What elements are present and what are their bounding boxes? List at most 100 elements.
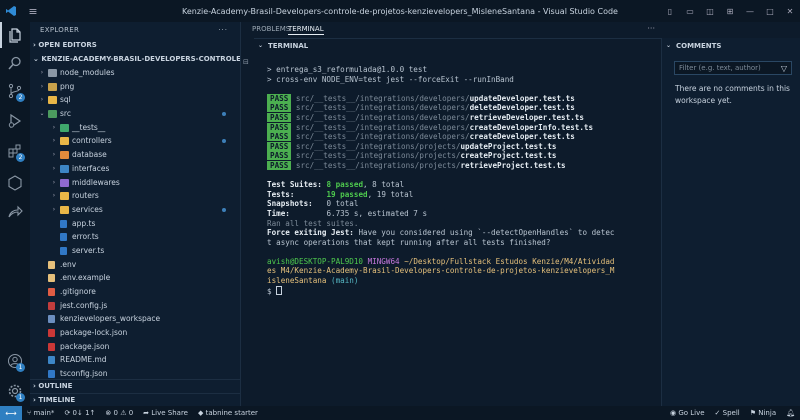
tree-item[interactable]: app.ts bbox=[30, 217, 240, 231]
tree-item[interactable]: server.ts bbox=[30, 244, 240, 258]
force-exit-msg: Have you considered using `--detectOpenH… bbox=[353, 228, 615, 238]
tree-item[interactable]: package-lock.json bbox=[30, 326, 240, 340]
minimize-button[interactable]: — bbox=[740, 0, 760, 22]
folder-icon bbox=[60, 164, 69, 173]
tree-item[interactable]: ⌄ src bbox=[30, 107, 240, 121]
tree-item[interactable]: › routers bbox=[30, 189, 240, 203]
tree-item[interactable]: error.ts bbox=[30, 230, 240, 244]
layout-panel-icon[interactable]: ▭ bbox=[680, 0, 700, 22]
maximize-button[interactable]: □ bbox=[760, 0, 780, 22]
tree-item[interactable]: .env bbox=[30, 258, 240, 272]
tree-item-label: error.ts bbox=[72, 232, 99, 242]
sync-status[interactable]: ⟳ 0↓ 1↑ bbox=[59, 409, 100, 417]
test-file: createProject.test.ts bbox=[460, 151, 557, 161]
remote-explorer-icon[interactable] bbox=[0, 170, 30, 196]
go-live-status[interactable]: ◉ Go Live bbox=[665, 409, 710, 417]
tree-item[interactable]: › sql bbox=[30, 93, 240, 107]
tree-item-label: middlewares bbox=[72, 177, 120, 187]
test-path: src/__tests__/integrations/projects/ bbox=[295, 151, 461, 161]
outline-section[interactable]: › OUTLINE bbox=[30, 379, 240, 392]
snapshots-value: 0 total bbox=[326, 199, 359, 209]
explorer-icon[interactable] bbox=[0, 22, 30, 48]
terminal-cursor bbox=[276, 285, 283, 295]
remote-indicator-icon[interactable]: ⟷ bbox=[0, 406, 22, 420]
account-badge: 1 bbox=[16, 363, 25, 372]
timeline-section[interactable]: › TIMELINE bbox=[30, 393, 240, 406]
open-editors-section[interactable]: › OPEN EDITORS bbox=[30, 38, 240, 52]
tree-item[interactable]: .env.example bbox=[30, 271, 240, 285]
folder-icon bbox=[60, 192, 69, 201]
spell-status[interactable]: ✓ Spell bbox=[710, 409, 745, 417]
tree-item[interactable]: › services bbox=[30, 203, 240, 217]
customize-layout-icon[interactable]: ⊞ bbox=[720, 0, 740, 22]
account-icon[interactable]: 1 bbox=[0, 348, 30, 374]
workspace-section[interactable]: ⌄ KENZIE-ACADEMY-BRASIL-DEVELOPERS-CONTR… bbox=[30, 52, 240, 66]
tree-item[interactable]: jest.config.js bbox=[30, 299, 240, 313]
folder-icon bbox=[60, 205, 69, 214]
close-button[interactable]: ✕ bbox=[780, 0, 800, 22]
folder-icon bbox=[48, 82, 57, 91]
tree-item-label: database bbox=[72, 150, 107, 160]
tree-item[interactable]: › interfaces bbox=[30, 162, 240, 176]
file-icon bbox=[48, 260, 55, 269]
source-control-icon[interactable]: 2 bbox=[0, 78, 30, 104]
extensions-icon[interactable]: 2 bbox=[0, 138, 30, 164]
terminal-output[interactable]: > entrega_s3_reformulada@1.0.0 test > cr… bbox=[267, 65, 615, 296]
file-icon bbox=[48, 288, 55, 296]
prompt-env: MINGW64 bbox=[367, 256, 400, 266]
chevron-right-icon: › bbox=[52, 205, 56, 213]
file-icon bbox=[48, 301, 55, 310]
tree-item-label: sql bbox=[60, 95, 71, 105]
chevron-down-icon[interactable]: ⌄ bbox=[258, 39, 263, 53]
test-path: src/__tests__/integrations/developers/ bbox=[295, 93, 470, 103]
tree-item[interactable]: › controllers bbox=[30, 134, 240, 148]
folder-icon bbox=[60, 137, 69, 146]
live-share-status[interactable]: ➦ Live Share bbox=[138, 409, 193, 417]
spell-label: Spell bbox=[722, 409, 740, 417]
settings-gear-icon[interactable]: 1 bbox=[0, 378, 30, 404]
tree-item[interactable]: › png bbox=[30, 80, 240, 94]
file-icon bbox=[48, 342, 55, 351]
test-result-line: PASS src/__tests__/integrations/develope… bbox=[267, 132, 575, 142]
tree-item[interactable]: › middlewares bbox=[30, 176, 240, 190]
more-actions-icon[interactable]: ··· bbox=[218, 22, 228, 38]
tree-item[interactable]: package.json bbox=[30, 340, 240, 354]
layout-sidebar-icon[interactable]: ▯ bbox=[660, 0, 680, 22]
tree-item-label: .env bbox=[60, 259, 77, 269]
problems-status[interactable]: ⊗ 0 ⚠ 0 bbox=[100, 409, 138, 417]
terminal-header: ⌄ TERMINAL bbox=[254, 39, 661, 53]
extensions-badge: 2 bbox=[16, 153, 25, 162]
branch-status[interactable]: ⑂ main* bbox=[22, 409, 59, 417]
tab-terminal[interactable]: TERMINAL bbox=[288, 25, 324, 35]
force-exit-label: Force exiting Jest: bbox=[267, 228, 354, 238]
suites-passed: 8 passed bbox=[326, 180, 364, 190]
chevron-down-icon[interactable]: ⌄ bbox=[666, 38, 671, 54]
tree-item[interactable]: › database bbox=[30, 148, 240, 162]
tree-item[interactable]: .gitignore bbox=[30, 285, 240, 299]
activity-bar: 2 2 1 1 bbox=[0, 22, 30, 406]
tree-item[interactable]: › node_modules bbox=[30, 66, 240, 80]
live-share-icon[interactable] bbox=[0, 200, 30, 226]
layout-split-icon[interactable]: ◫ bbox=[700, 0, 720, 22]
comments-filter-input[interactable]: Filter (e.g. text, author) ▽ bbox=[674, 61, 792, 75]
tabnine-status[interactable]: ◆ tabnine starter bbox=[193, 409, 263, 417]
tree-item[interactable]: kenzievelopers_workspace bbox=[30, 312, 240, 326]
pass-badge: PASS bbox=[267, 160, 292, 170]
run-debug-icon[interactable] bbox=[0, 108, 30, 134]
menu-icon[interactable]: ≡ bbox=[22, 5, 44, 18]
panel-more-icon[interactable]: ··· bbox=[647, 24, 655, 33]
timeline-label: TIMELINE bbox=[38, 396, 76, 404]
notifications-bell-icon[interactable]: 🔔︎ bbox=[781, 409, 800, 417]
test-result-line: PASS src/__tests__/integrations/develope… bbox=[267, 112, 584, 122]
test-result-line: PASS src/__tests__/integrations/develope… bbox=[267, 122, 593, 132]
tab-problems[interactable]: PROBLEMS bbox=[252, 25, 290, 33]
ninja-status[interactable]: ⚑ Ninja bbox=[745, 409, 781, 417]
tree-item-label: README.md bbox=[60, 355, 107, 365]
tree-item[interactable]: README.md bbox=[30, 353, 240, 367]
file-icon bbox=[48, 356, 55, 365]
chevron-right-icon: › bbox=[40, 69, 44, 76]
filter-icon[interactable]: ▽ bbox=[781, 63, 787, 75]
tree-item-label: kenzievelopers_workspace bbox=[60, 314, 161, 324]
tree-item[interactable]: › __tests__ bbox=[30, 121, 240, 135]
search-icon[interactable] bbox=[0, 50, 30, 76]
